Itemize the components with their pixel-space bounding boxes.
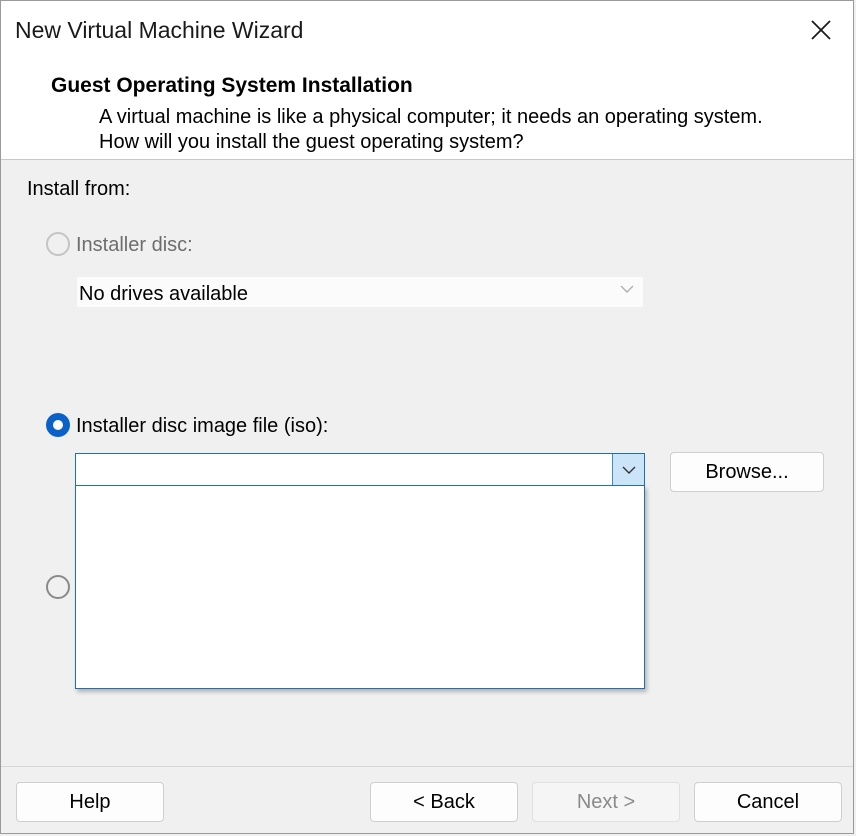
cancel-button[interactable]: Cancel <box>694 782 842 822</box>
window-title: New Virtual Machine Wizard <box>15 17 304 43</box>
chevron-down-icon <box>622 466 635 474</box>
iso-dropdown-list[interactable] <box>75 485 645 689</box>
installer-disc-label[interactable]: Installer disc: <box>76 234 193 257</box>
title-bar: New Virtual Machine Wizard <box>1 1 853 59</box>
installer-disc-combo[interactable]: No drives available <box>76 276 644 308</box>
iso-image-radio[interactable] <box>46 413 70 437</box>
wizard-window: New Virtual Machine Wizard Guest Operati… <box>0 0 854 834</box>
help-button[interactable]: Help <box>16 782 164 822</box>
iso-path-combo[interactable] <box>75 453 645 486</box>
close-icon <box>811 20 831 40</box>
back-button[interactable]: < Back <box>370 782 518 822</box>
installer-disc-value: No drives available <box>79 283 248 305</box>
footer-divider <box>1 766 853 767</box>
installer-disc-radio[interactable] <box>46 232 70 256</box>
chevron-down-icon <box>619 281 635 302</box>
iso-dropdown-button[interactable] <box>612 454 644 485</box>
page-description: A virtual machine is like a physical com… <box>99 106 763 153</box>
iso-image-label[interactable]: Installer disc image file (iso): <box>76 415 328 438</box>
next-button[interactable]: Next > <box>532 782 680 822</box>
page-title: Guest Operating System Installation <box>51 74 413 97</box>
install-later-radio[interactable] <box>46 575 70 599</box>
wizard-header: Guest Operating System Installation A vi… <box>1 59 853 160</box>
close-button[interactable] <box>789 1 853 59</box>
browse-button[interactable]: Browse... <box>670 452 824 492</box>
install-from-label: Install from: <box>27 178 131 200</box>
